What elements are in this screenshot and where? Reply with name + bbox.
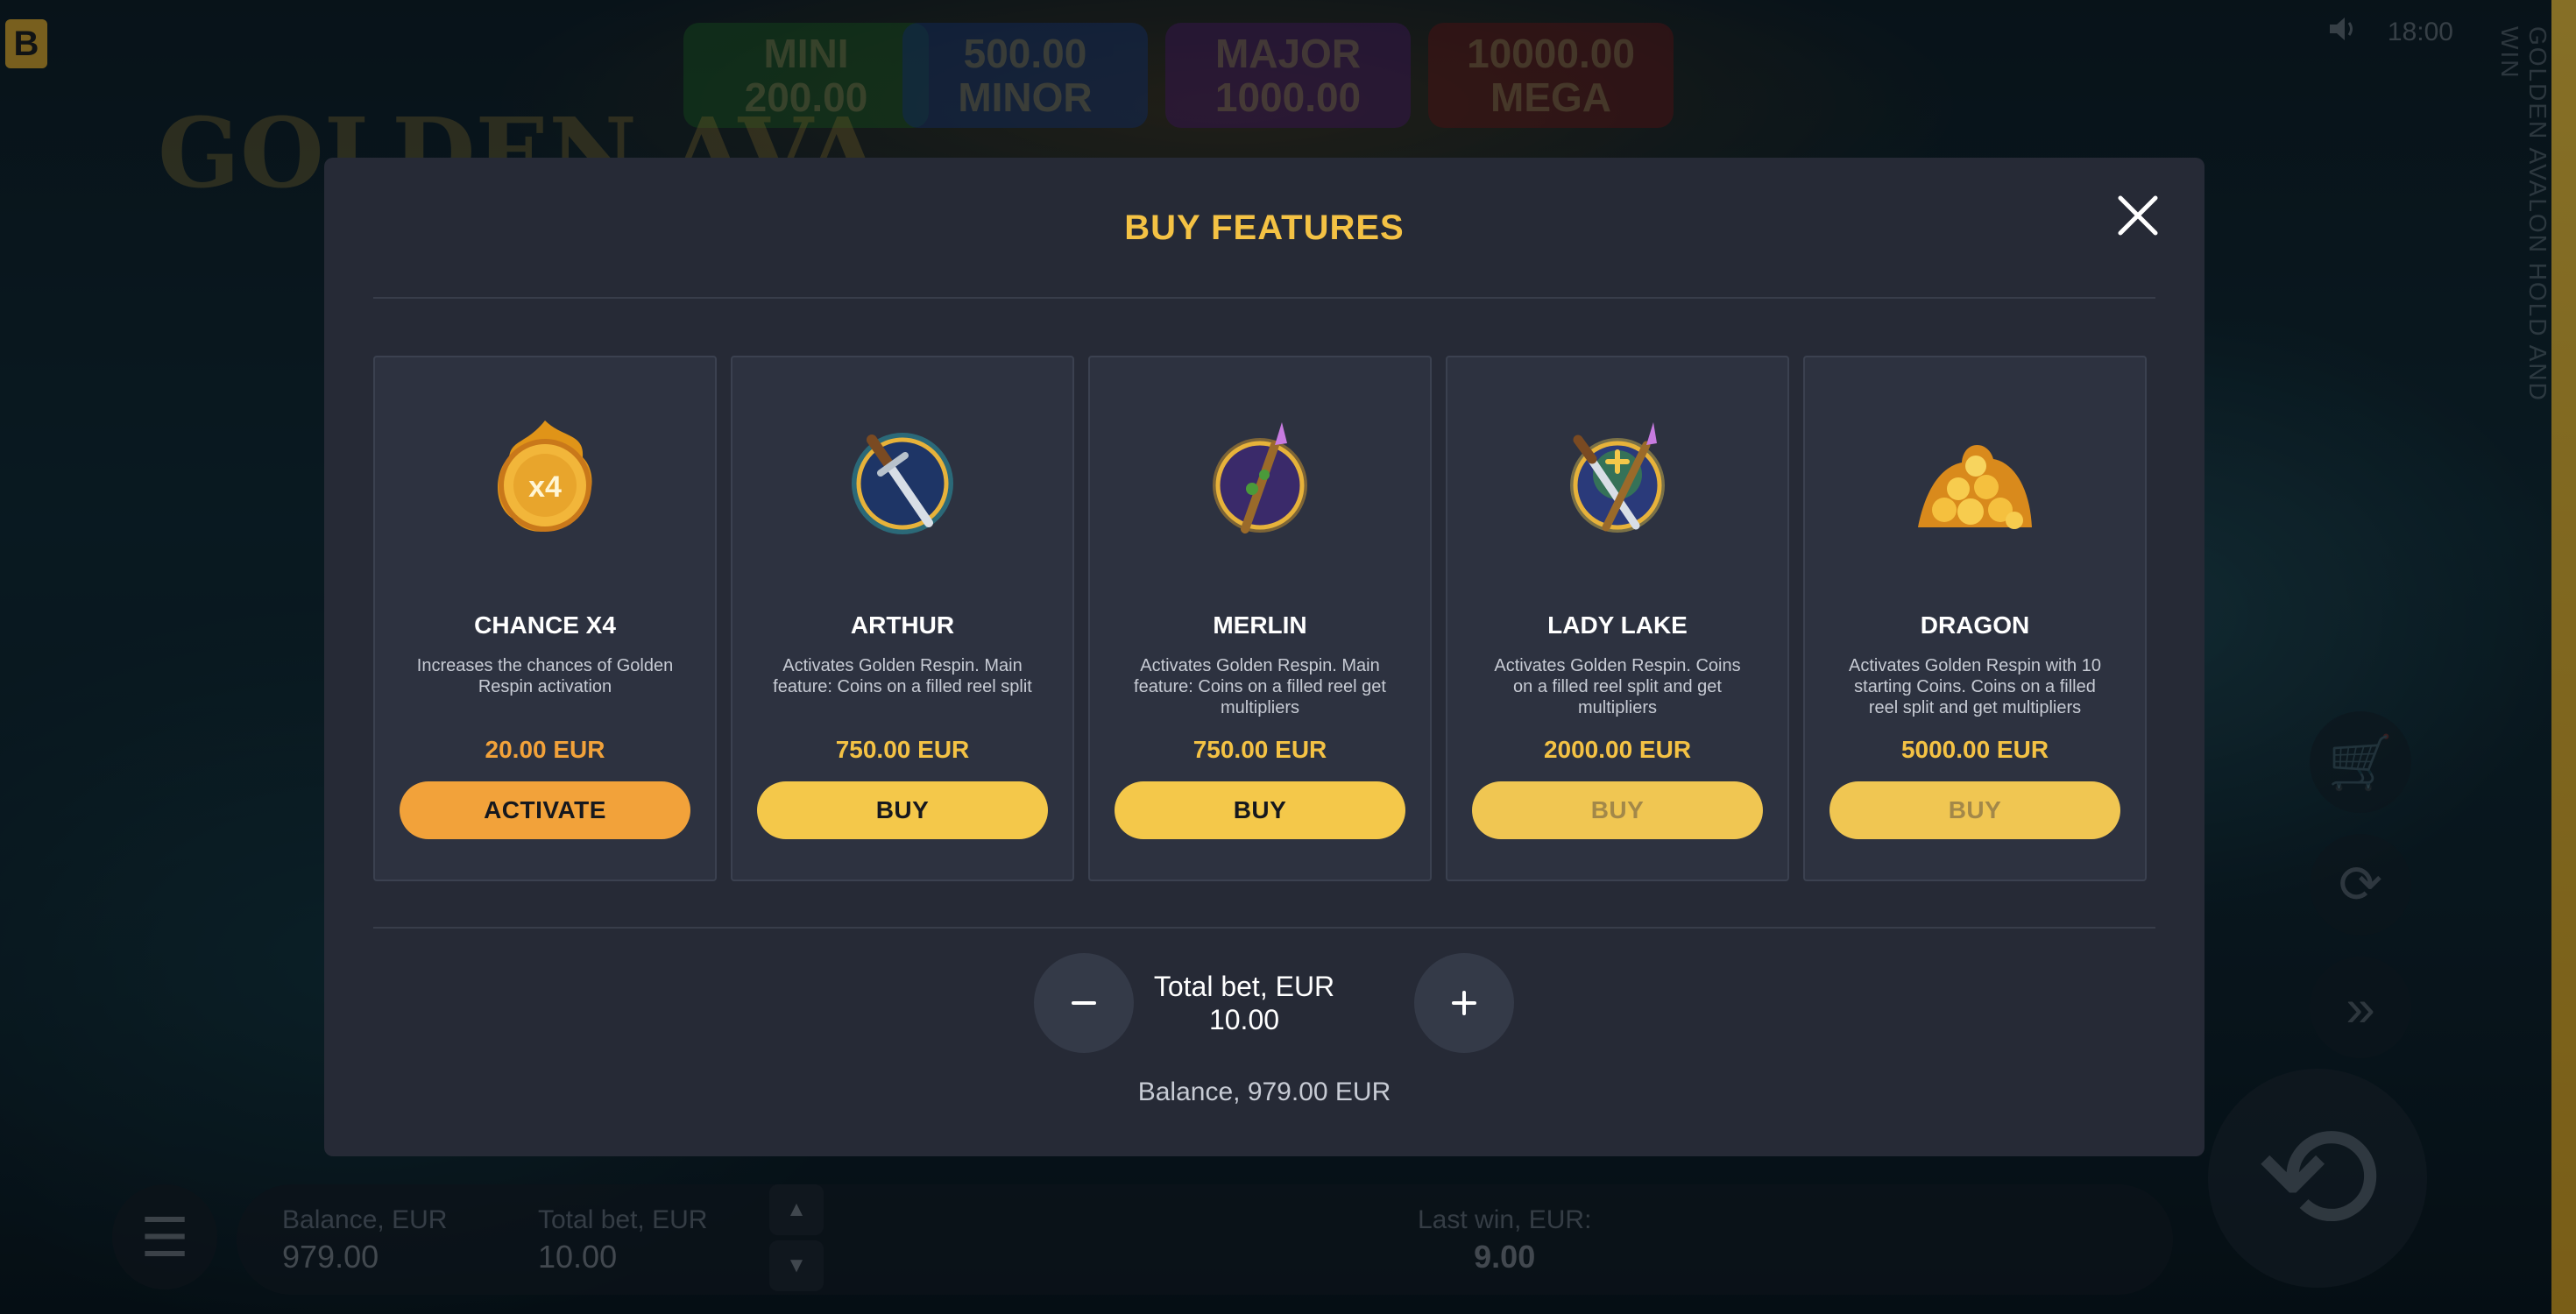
feature-description: Activates Golden Respin with 10 starting… <box>1849 656 2101 717</box>
cards-divider <box>373 927 2155 929</box>
feature-price: 750.00 EUR <box>835 736 970 763</box>
title-divider <box>373 297 2155 299</box>
close-icon[interactable] <box>2106 184 2169 247</box>
feature-name: CHANCE X4 <box>474 611 616 639</box>
bet-controls: Total bet, EUR 10.00 <box>324 953 2204 1053</box>
activate-button[interactable]: ACTIVATE <box>400 781 690 839</box>
feature-name: MERLIN <box>1213 611 1307 639</box>
feature-description: Activates Golden Respin. Main feature: C… <box>773 656 1032 696</box>
decrease-bet-button[interactable] <box>1034 953 1134 1053</box>
buy-button-disabled[interactable]: BUY <box>1829 781 2120 839</box>
sword-icon <box>852 433 953 534</box>
feature-card-chance-x4: x4 CHANCE X4 Increases the chances of Go… <box>373 356 717 881</box>
feature-price: 5000.00 EUR <box>1900 736 2049 763</box>
feature-name: ARTHUR <box>850 611 955 639</box>
modal-title: BUY FEATURES <box>1124 208 1405 247</box>
modal-balance: Balance, 979.00 EUR <box>1137 1077 1391 1106</box>
feature-name: DRAGON <box>1920 611 2030 639</box>
feature-card-arthur: ARTHUR Activates Golden Respin. Main fea… <box>731 356 1074 881</box>
buy-button[interactable]: BUY <box>1115 781 1405 839</box>
feature-price: 750.00 EUR <box>1192 736 1327 763</box>
svg-text:x4: x4 <box>528 470 562 504</box>
total-bet-value: 10.00 <box>1208 1004 1280 1035</box>
minus-icon <box>1072 1001 1096 1005</box>
feature-name: LADY LAKE <box>1547 611 1688 639</box>
feature-cards: x4 CHANCE X4 Increases the chances of Go… <box>373 356 2147 881</box>
feature-description: Activates Golden Respin. Main feature: C… <box>1134 656 1386 717</box>
feature-card-dragon: DRAGON Activates Golden Respin with 10 s… <box>1803 356 2147 881</box>
feature-price: 2000.00 EUR <box>1543 736 1692 763</box>
buy-button-disabled[interactable]: BUY <box>1472 781 1763 839</box>
feature-card-merlin: MERLIN Activates Golden Respin. Main fea… <box>1088 356 1432 881</box>
buy-features-modal: BUY FEATURES x4 CHANCE X4 Increases the … <box>324 158 2204 1156</box>
increase-bet-button[interactable] <box>1414 953 1514 1053</box>
gold-coins-icon <box>1918 444 2032 529</box>
feature-description: Activates Golden Respin. Coins on a fill… <box>1494 656 1741 717</box>
coin-x4-icon: x4 <box>498 420 592 532</box>
feature-card-lady-lake: LADY LAKE Activates Golden Respin. Coins… <box>1446 356 1789 881</box>
feature-price: 20.00 EUR <box>485 736 605 763</box>
buy-button[interactable]: BUY <box>757 781 1048 839</box>
sword-and-staff-icon <box>1570 422 1665 533</box>
staff-icon <box>1213 422 1307 533</box>
plus-icon <box>1452 991 1476 1015</box>
feature-description: Increases the chances of Golden Respin a… <box>416 656 674 696</box>
total-bet-label: Total bet, EUR <box>1153 971 1335 1002</box>
